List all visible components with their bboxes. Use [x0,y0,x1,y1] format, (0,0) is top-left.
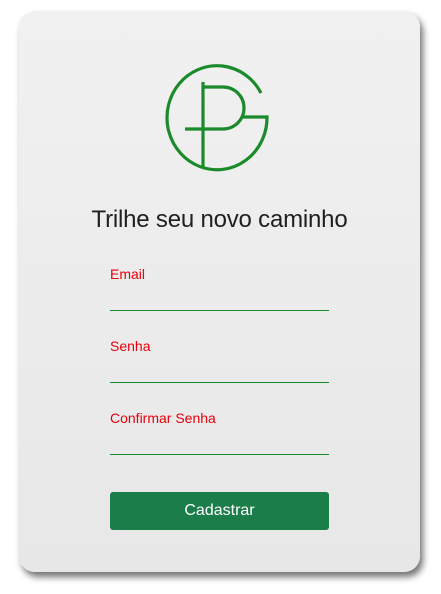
confirm-password-field-group: Confirmar Senha [110,410,329,455]
password-input[interactable] [110,359,329,383]
confirm-password-input[interactable] [110,431,329,455]
register-button[interactable]: Cadastrar [110,492,329,530]
email-input[interactable] [110,287,329,311]
page-title: Trilhe seu novo caminho [91,206,348,233]
signup-card: Trilhe seu novo caminho Email Senha Conf… [19,11,420,572]
confirm-password-label: Confirmar Senha [110,410,216,426]
password-field-group: Senha [110,338,329,383]
password-label: Senha [110,338,151,354]
email-field-group: Email [110,266,329,311]
email-label: Email [110,266,146,282]
gp-logo-icon [165,64,269,172]
